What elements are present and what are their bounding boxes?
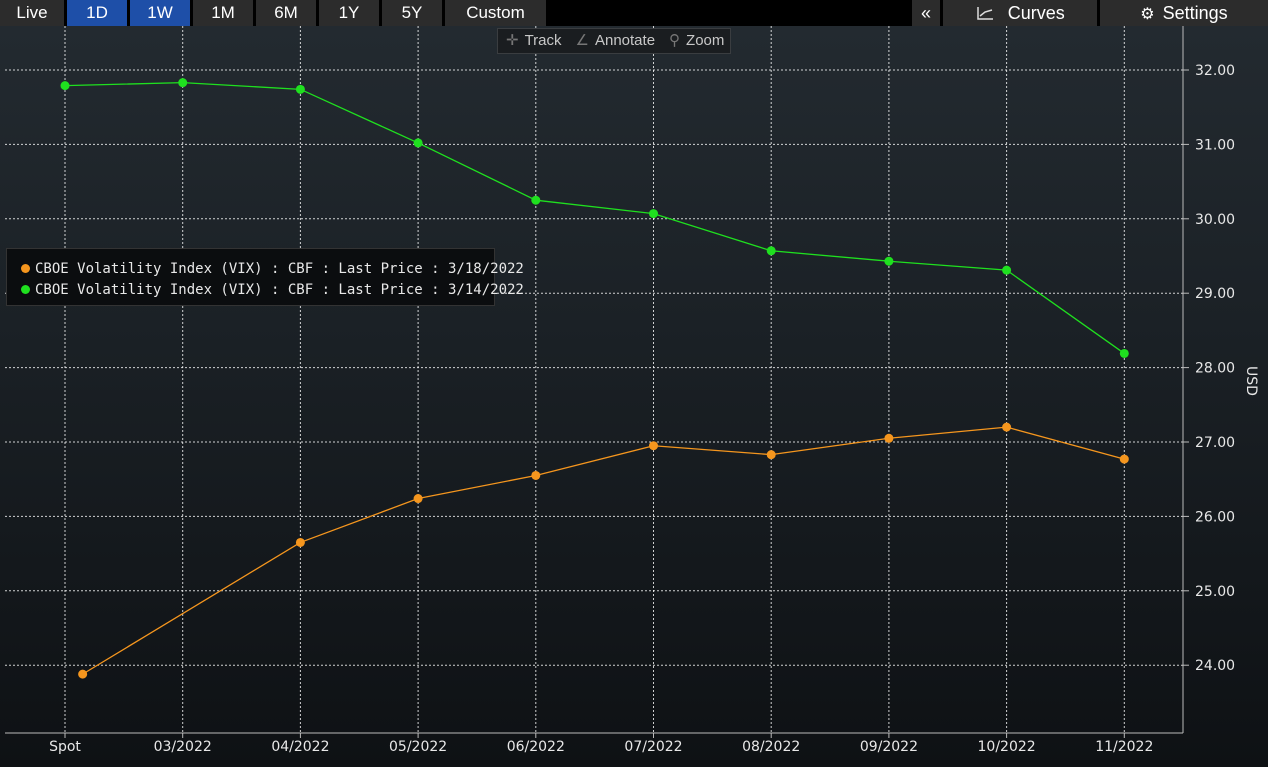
data-point[interactable] (1002, 422, 1012, 432)
x-tick-label: Spot (49, 739, 81, 755)
data-point[interactable] (413, 494, 423, 504)
x-tick-label: 10/2022 (978, 739, 1036, 755)
track-tool[interactable]: ✛ Track (498, 29, 568, 53)
y-tick-label: 32.00 (1195, 63, 1235, 79)
legend-dot-green (21, 285, 30, 294)
data-point[interactable] (178, 78, 188, 88)
data-point[interactable] (60, 81, 70, 91)
data-point[interactable] (766, 450, 776, 460)
y-tick-label: 28.00 (1195, 361, 1235, 377)
data-point[interactable] (413, 138, 423, 148)
zoom-tool[interactable]: ⚲ Zoom (661, 29, 730, 53)
x-tick-label: 09/2022 (860, 739, 918, 755)
legend: CBOE Volatility Index (VIX) : CBF : Last… (6, 248, 524, 306)
x-tick-label: 08/2022 (742, 739, 800, 755)
x-tick-label: 06/2022 (507, 739, 565, 755)
vix-futures-chart: 24.00 25.00 26.00 27.00 28.00 29.00 30.00 31.00… (5, 26, 1259, 755)
x-tick-label: 03/2022 (154, 739, 212, 755)
data-point[interactable] (766, 246, 776, 256)
crosshair-icon: ✛ (506, 32, 519, 49)
y-tick-label: 30.00 (1195, 212, 1235, 228)
annotate-label: Annotate (594, 32, 656, 49)
annotate-tool[interactable]: ∠ Annotate (568, 29, 662, 53)
legend-dot-orange (21, 264, 30, 273)
y-tick-label: 26.00 (1195, 509, 1235, 525)
track-label: Track (524, 32, 562, 49)
legend-item-series-2[interactable]: CBOE Volatility Index (VIX) : CBF : Last… (21, 280, 524, 301)
data-point[interactable] (1119, 348, 1129, 358)
x-tick-label: 11/2022 (1095, 739, 1153, 755)
y-tick-label: 24.00 (1195, 658, 1235, 674)
data-point[interactable] (1002, 265, 1012, 275)
x-tick-label: 04/2022 (271, 739, 329, 755)
series-line-1 (82, 426, 1125, 675)
legend-label-series-2: CBOE Volatility Index (VIX) : CBF : Last… (35, 282, 524, 298)
chart-tools: ✛ Track ∠ Annotate ⚲ Zoom (497, 28, 732, 54)
data-point[interactable] (295, 537, 305, 547)
data-point[interactable] (649, 441, 658, 451)
y-tick-label: 27.00 (1195, 435, 1235, 451)
data-point[interactable] (78, 669, 88, 679)
legend-item-series-1[interactable]: CBOE Volatility Index (VIX) : CBF : Last… (21, 259, 524, 280)
data-point[interactable] (884, 433, 894, 443)
y-tick-label: 31.00 (1195, 137, 1235, 153)
y-axis-label: USD (1243, 366, 1259, 396)
pencil-icon: ∠ (575, 32, 589, 49)
magnifier-icon: ⚲ (669, 32, 681, 49)
data-point[interactable] (531, 470, 541, 480)
data-point[interactable] (531, 195, 541, 205)
x-tick-label: 07/2022 (624, 739, 682, 755)
data-point[interactable] (295, 84, 305, 94)
x-tick-label: 05/2022 (389, 739, 447, 755)
data-point[interactable] (884, 256, 894, 266)
zoom-label: Zoom (686, 32, 725, 49)
data-point[interactable] (649, 209, 658, 219)
y-tick-label: 25.00 (1195, 584, 1235, 600)
data-point[interactable] (1119, 454, 1129, 464)
y-tick-label: 29.00 (1195, 286, 1235, 302)
series-line-2 (64, 81, 1125, 354)
legend-label-series-1: CBOE Volatility Index (VIX) : CBF : Last… (35, 261, 524, 277)
